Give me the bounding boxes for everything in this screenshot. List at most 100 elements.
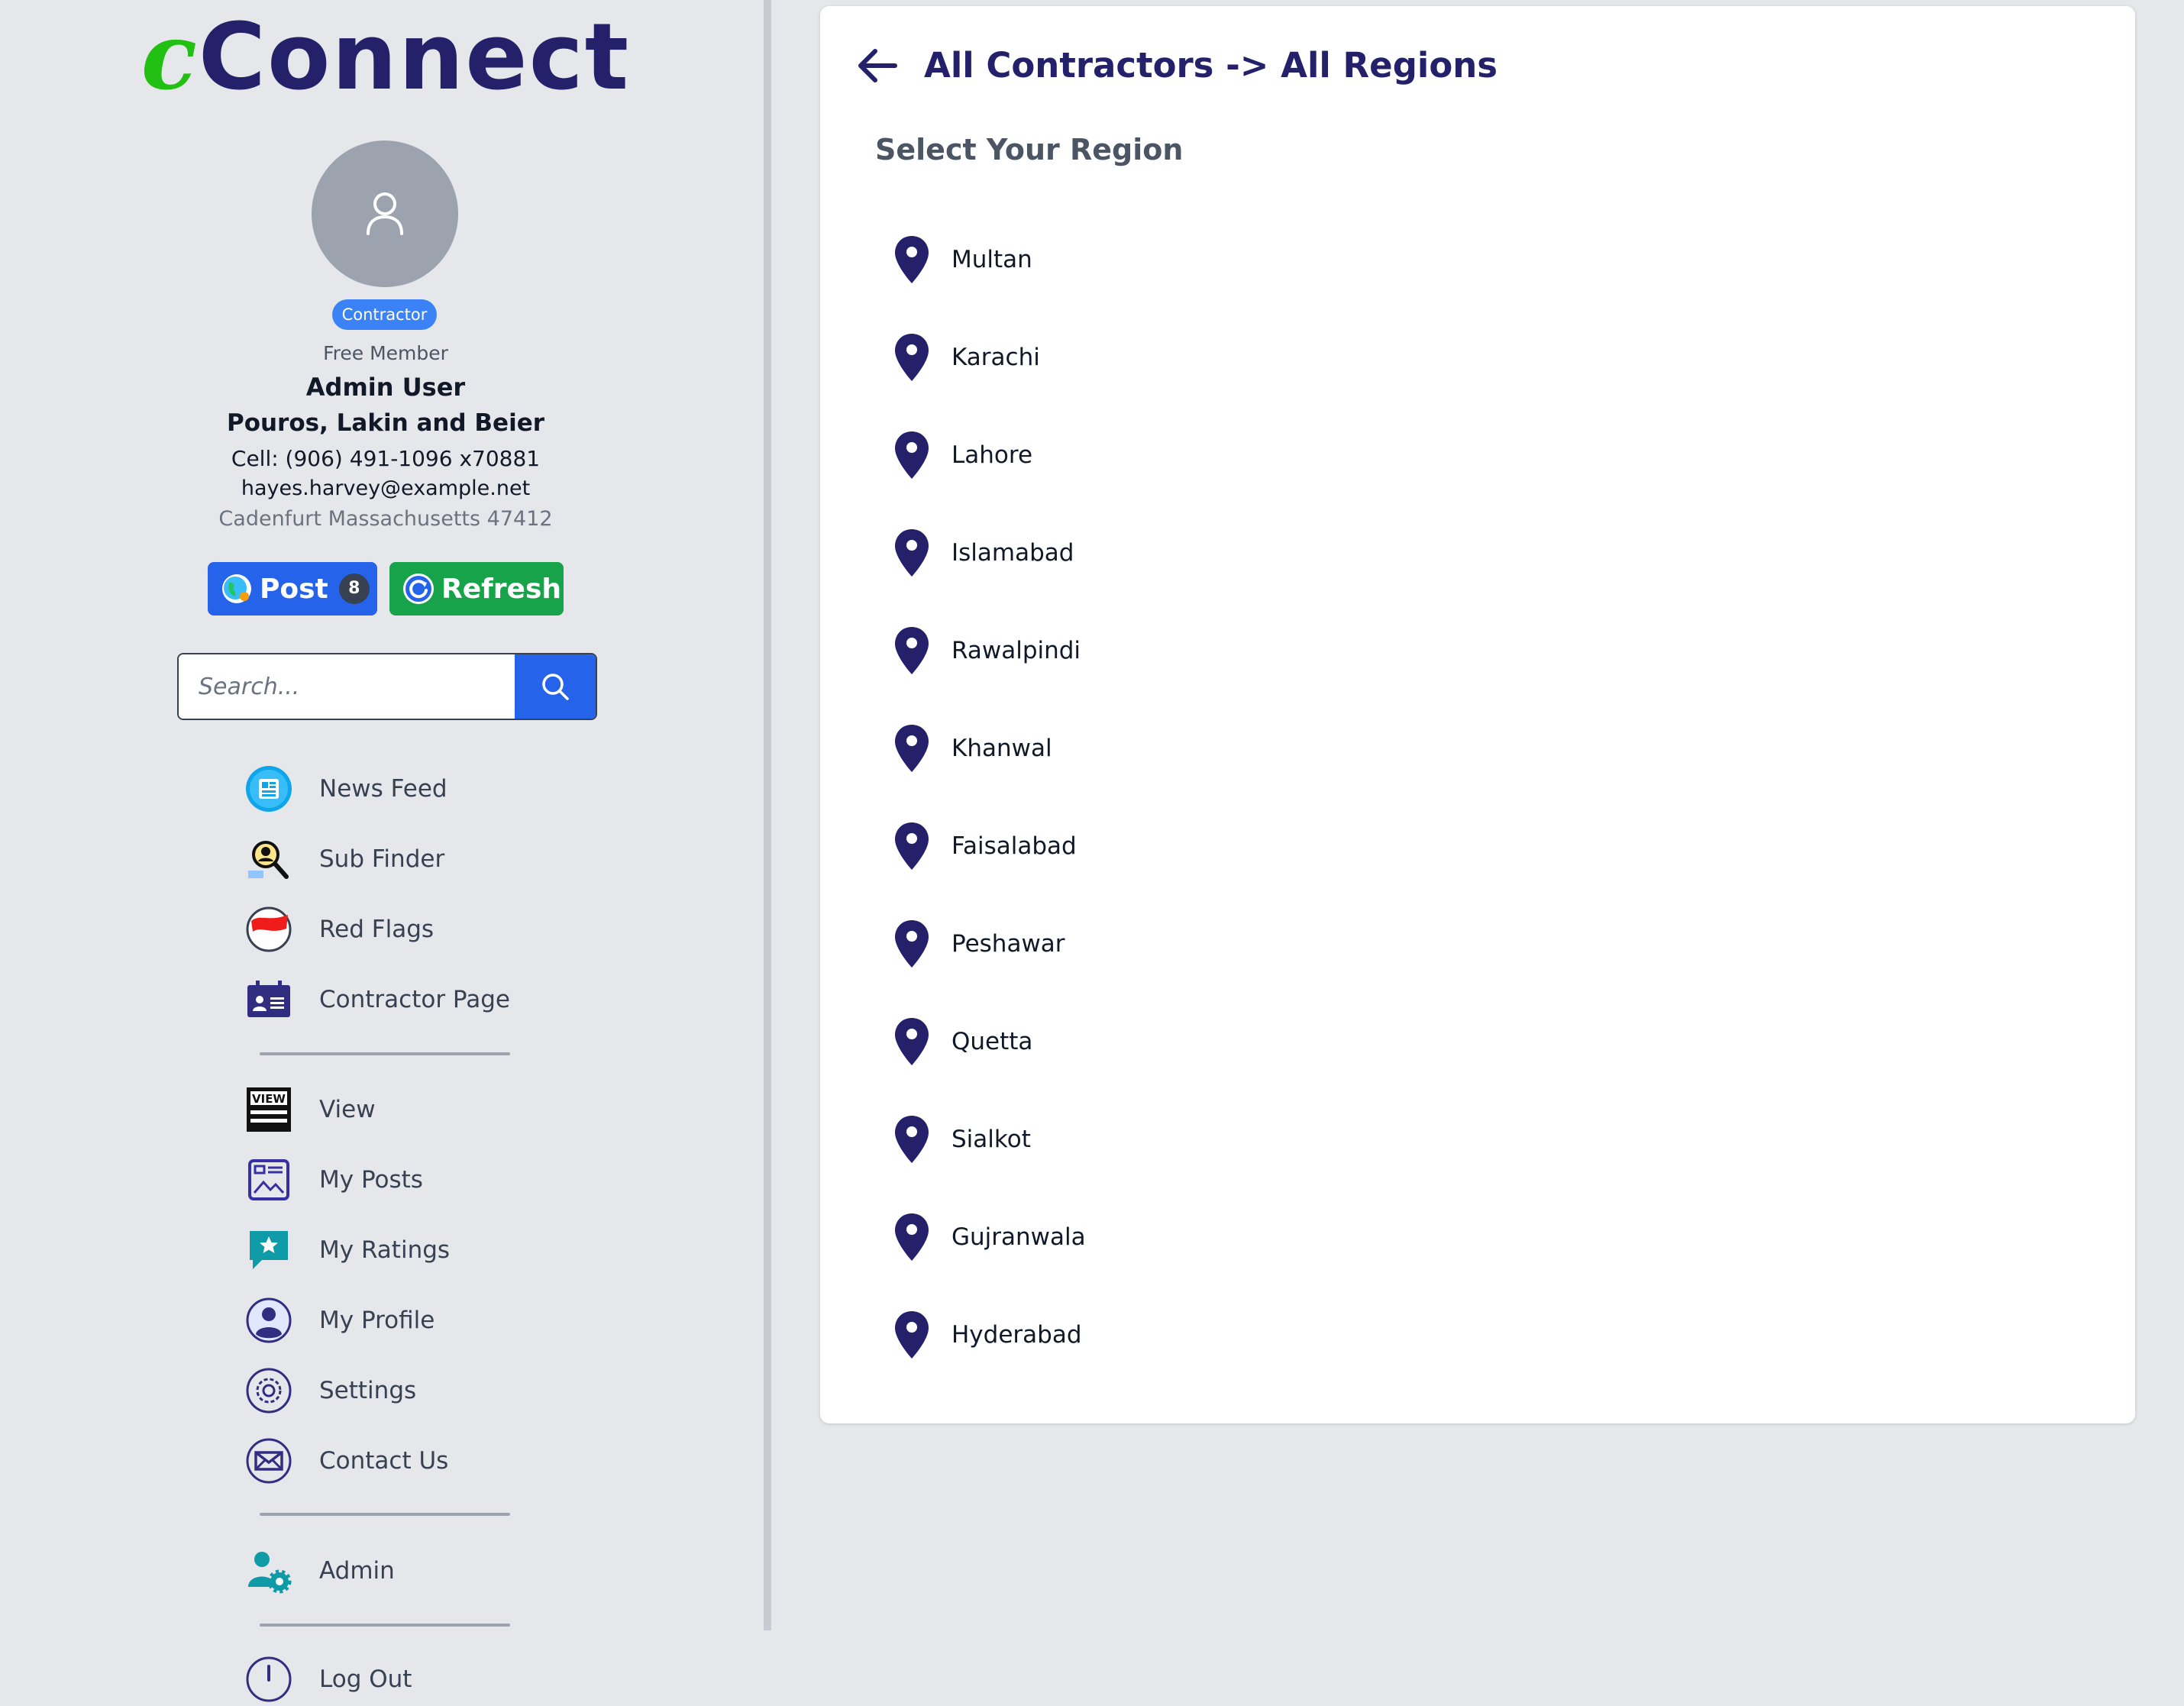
nav-item-contact-us[interactable]: Contact Us [244,1434,448,1488]
breadcrumb: All Contractors -> All Regions [924,45,1498,86]
email-address: hayes.harvey@example.net [241,477,531,500]
region-item-peshawar[interactable]: Peshawar [893,916,1065,971]
refresh-button[interactable]: Refresh [389,562,564,616]
nav-label: Admin [319,1557,395,1585]
region-item-lahore[interactable]: Lahore [893,428,1032,483]
logo-name: Connect [198,5,631,111]
region-heading: Select Your Region [875,133,1184,166]
profile-icon [244,1296,293,1345]
region-item-faisalabad[interactable]: Faisalabad [893,819,1077,874]
nav-label: Sub Finder [319,845,445,873]
newspaper-icon [244,764,293,813]
region-item-gujranwala[interactable]: Gujranwala [893,1210,1086,1265]
map-pin-icon [895,822,929,870]
map-pin-icon [895,431,929,479]
post-button[interactable]: Post 8 [208,562,377,616]
nav-item-settings[interactable]: Settings [244,1364,416,1417]
posts-icon [244,1155,293,1204]
nav-label: My Profile [319,1307,435,1334]
post-label: Post [260,573,328,605]
region-name: Rawalpindi [951,637,1081,664]
region-name: Islamabad [951,539,1074,567]
search-button[interactable] [515,654,596,719]
nav-item-red-flags[interactable]: Red Flags [244,903,434,956]
nav-label: News Feed [319,775,447,803]
nav-item-view[interactable]: VIEW View [244,1083,376,1136]
map-pin-icon [895,627,929,674]
search-input[interactable] [179,654,515,719]
avatar[interactable] [312,141,458,287]
admin-gear-icon [244,1546,293,1595]
nav-label: Log Out [319,1666,412,1693]
refresh-icon [403,574,434,604]
map-pin-icon [895,1311,929,1359]
region-item-karachi[interactable]: Karachi [893,330,1040,385]
envelope-icon [244,1436,293,1485]
app-logo[interactable]: cConnect [0,0,771,115]
region-name: Multan [951,246,1032,273]
sidebar-divider[interactable] [764,0,771,1630]
nav-divider [260,1513,510,1516]
magnifier-person-icon [244,835,293,884]
map-pin-icon [895,529,929,577]
map-pin-icon [895,1116,929,1163]
nav-label: Red Flags [319,916,435,943]
region-item-khanwal[interactable]: Khanwal [893,721,1052,776]
company-name: Pouros, Lakin and Beier [226,409,545,437]
back-arrow-icon[interactable] [854,41,903,90]
region-item-quetta[interactable]: Quetta [893,1014,1032,1069]
role-badge: Contractor [332,299,437,330]
view-icon: VIEW [244,1085,293,1134]
membership-status: Free Member [323,342,448,364]
nav-divider [260,1052,510,1055]
region-name: Quetta [951,1028,1033,1055]
nav-item-my-posts[interactable]: My Posts [244,1153,423,1207]
region-name: Khanwal [951,735,1052,762]
phone-number: Cell: (906) 491-1096 x70881 [231,446,541,471]
post-globe-icon [222,574,251,603]
map-pin-icon [895,236,929,283]
map-pin-icon [895,920,929,968]
nav-item-log-out[interactable]: Log Out [244,1653,412,1706]
map-pin-icon [895,1018,929,1065]
region-item-islamabad[interactable]: Islamabad [893,525,1074,580]
search-icon [542,674,569,700]
gear-icon [244,1366,293,1415]
region-item-sialkot[interactable]: Sialkot [893,1112,1031,1167]
nav-item-my-ratings[interactable]: My Ratings [244,1223,450,1277]
nav-label: Contractor Page [319,986,510,1013]
sidebar: cConnect Contractor Free Member Admin Us… [0,0,764,1702]
user-icon [367,192,403,235]
region-name: Peshawar [951,930,1065,958]
region-item-hyderabad[interactable]: Hyderabad [893,1307,1082,1362]
nav-item-my-profile[interactable]: My Profile [244,1294,435,1347]
nav-label: My Posts [319,1166,423,1194]
power-icon [244,1655,293,1704]
search-bar [177,653,597,720]
user-name: Admin User [305,373,466,402]
id-card-icon [244,975,293,1024]
region-name: Hyderabad [951,1321,1082,1349]
nav-divider [260,1624,510,1627]
post-count-badge: 8 [338,574,370,604]
nav-label: Contact Us [319,1447,449,1475]
region-name: Faisalabad [951,832,1077,860]
region-item-rawalpindi[interactable]: Rawalpindi [893,623,1081,678]
map-pin-icon [895,334,929,381]
nav-label: View [319,1096,376,1123]
logo-prefix: c [141,3,199,111]
nav-item-contractor-page[interactable]: Contractor Page [244,973,510,1026]
nav-item-sub-finder[interactable]: Sub Finder [244,832,444,886]
svg-text:VIEW: VIEW [252,1092,286,1106]
nav-label: Settings [319,1377,417,1404]
regions-card: All Contractors -> All Regions Select Yo… [820,6,2135,1423]
region-name: Karachi [951,344,1040,371]
map-pin-icon [895,1213,929,1261]
region-item-multan[interactable]: Multan [893,232,1032,287]
region-name: Sialkot [951,1126,1031,1153]
region-name: Lahore [951,441,1033,469]
nav-item-news-feed[interactable]: News Feed [244,762,447,816]
red-flag-icon [244,905,293,954]
refresh-label: Refresh [441,573,562,605]
nav-item-admin[interactable]: Admin [244,1544,395,1598]
